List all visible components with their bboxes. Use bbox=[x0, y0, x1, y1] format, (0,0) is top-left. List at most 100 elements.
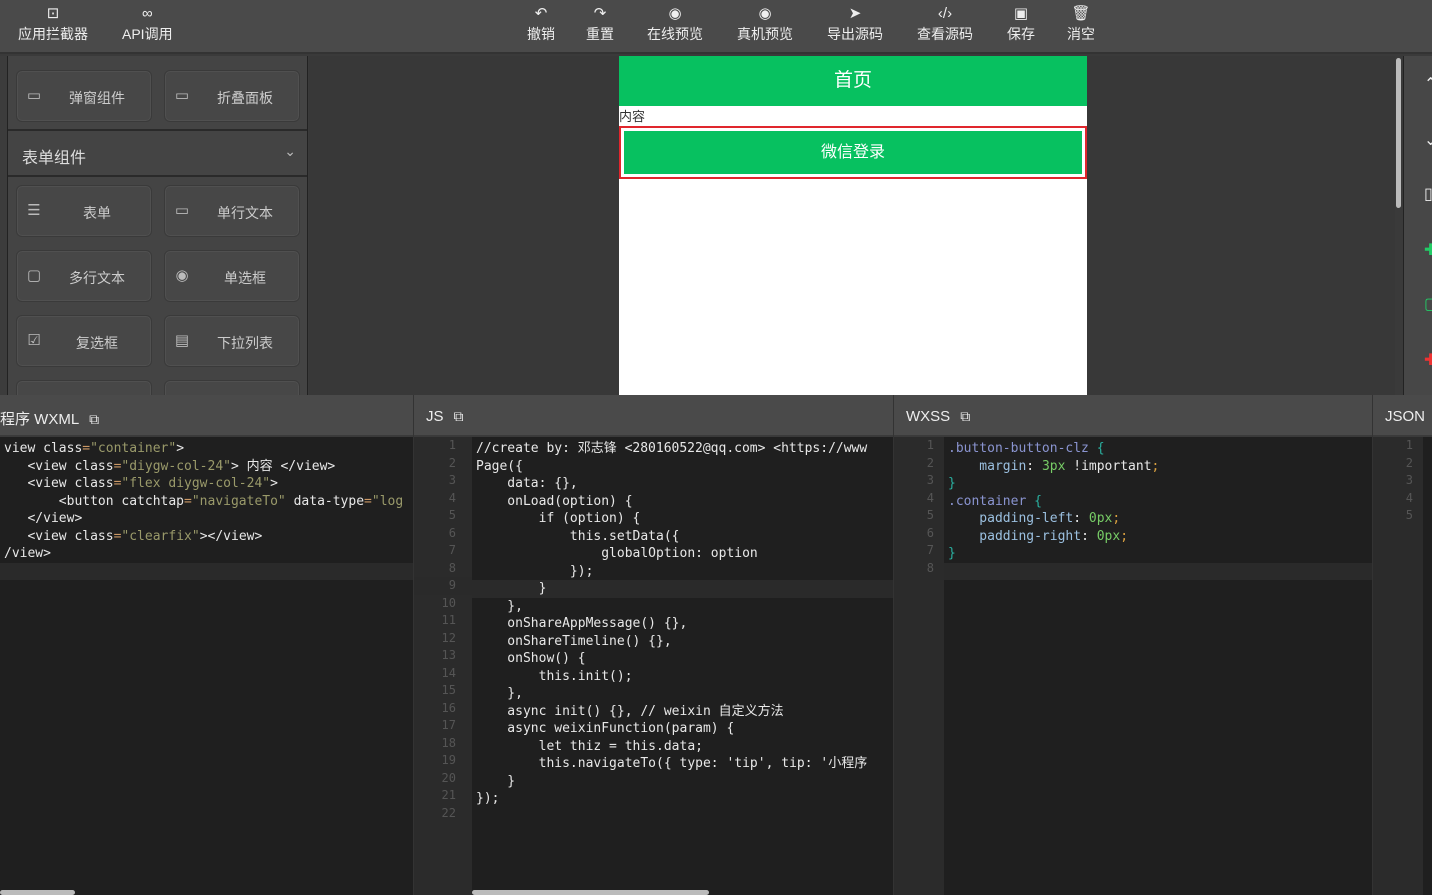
component-label: 下拉列表 bbox=[217, 335, 273, 351]
toolbar-button-5[interactable]: ‹/› 查看源码 bbox=[917, 4, 973, 44]
add-inside-icon[interactable]: ▢ bbox=[1424, 294, 1432, 314]
code-icon: ‹/› bbox=[937, 5, 953, 22]
line-number: 5 bbox=[926, 508, 934, 522]
toolbar-button-3[interactable]: ◉ 真机预览 bbox=[737, 4, 793, 44]
toolbar-button-1[interactable]: ∞ API调用 bbox=[122, 4, 173, 44]
move-up-icon[interactable]: ⌃ bbox=[1424, 74, 1432, 94]
horizontal-scrollbar[interactable] bbox=[472, 890, 709, 895]
copy-icon[interactable]: ⧉ bbox=[454, 408, 464, 425]
toolbar-label: 重置 bbox=[586, 26, 614, 42]
wechat-login-button[interactable]: 微信登录 bbox=[624, 131, 1082, 174]
code-token: padding-left bbox=[948, 511, 1074, 526]
code-token: ></view> bbox=[199, 528, 263, 544]
code-token: 0px bbox=[1088, 511, 1113, 526]
code-token: !important bbox=[1065, 458, 1152, 474]
toolbar-label: 撤销 bbox=[527, 26, 555, 42]
section-form-components[interactable]: 表单组件 ⌄ bbox=[8, 129, 307, 177]
code-line: if (option) { bbox=[476, 511, 641, 526]
panel-title: JS bbox=[426, 408, 444, 425]
code-token: data-type bbox=[285, 493, 365, 509]
line-number: 16 bbox=[441, 700, 456, 715]
wxml-editor[interactable]: view class="container"> <view class="diy… bbox=[0, 437, 413, 895]
delete-icon[interactable]: ✚ bbox=[1424, 350, 1432, 370]
code-token: padding-right bbox=[948, 528, 1082, 544]
add-before-icon[interactable]: ✚ bbox=[1424, 240, 1432, 260]
code-token: "navigateTo" bbox=[191, 493, 286, 509]
code-token: > bbox=[176, 441, 185, 456]
line-number: 8 bbox=[926, 560, 934, 575]
line-number: 2 bbox=[926, 455, 934, 470]
toolbar-button-0[interactable]: ⊡ 应用拦截器 bbox=[18, 4, 88, 44]
component-item[interactable]: ▤ 下拉列表 bbox=[164, 315, 300, 367]
copy-icon[interactable]: ▯ bbox=[1424, 184, 1432, 204]
toolbar-button-0[interactable]: ↶ 撤销 bbox=[527, 4, 555, 44]
toolbar-button-4[interactable]: ➤ 导出源码 bbox=[827, 4, 883, 44]
toolbar-label: 保存 bbox=[1007, 26, 1035, 42]
toolbar-button-1[interactable]: ↷ 重置 bbox=[586, 4, 614, 44]
horizontal-scrollbar[interactable] bbox=[0, 890, 75, 895]
eye-icon: ◉ bbox=[668, 5, 682, 22]
line-number: 1 bbox=[1405, 438, 1413, 452]
code-line: } bbox=[472, 580, 893, 598]
code-line: <view class="flex diygw-col-24"> bbox=[0, 475, 413, 493]
code-token: </view> bbox=[4, 511, 83, 526]
line-number: 4 bbox=[1405, 490, 1413, 505]
toolbar-label: 消空 bbox=[1067, 26, 1095, 42]
line-number: 1 bbox=[448, 438, 456, 452]
component-item[interactable]: ▭ 折叠面板 bbox=[164, 70, 300, 122]
component-item[interactable] bbox=[16, 380, 152, 395]
toolbar-button-6[interactable]: ▣ 保存 bbox=[1007, 4, 1035, 44]
code-line: onShareTimeline() {}, bbox=[476, 633, 672, 649]
chevron-down-icon: ⌄ bbox=[284, 143, 296, 159]
code-line: } bbox=[944, 545, 1372, 563]
code-line: }, bbox=[476, 598, 523, 614]
code-token: = bbox=[184, 493, 192, 509]
component-item[interactable]: ▢ 多行文本 bbox=[16, 250, 152, 302]
content-text[interactable]: 内容 bbox=[619, 106, 1087, 126]
code-token: = bbox=[364, 493, 372, 509]
line-gutter: 1 2 3 4 5 6 7 8 9 10 11 12 13 14 15 16 17 18 19 20 21 22 bbox=[414, 437, 472, 895]
code-token: 0px bbox=[1096, 528, 1121, 544]
code-line bbox=[944, 562, 1372, 580]
code-token: > 内容 </view> bbox=[230, 458, 336, 474]
code-token: .button-button-clz bbox=[948, 441, 1097, 456]
toolbar-button-2[interactable]: ◉ 在线预览 bbox=[647, 4, 703, 44]
copy-icon[interactable]: ⧉ bbox=[960, 408, 970, 425]
component-label: 多行文本 bbox=[69, 270, 125, 286]
component-item[interactable]: ▭ 弹窗组件 bbox=[16, 70, 152, 122]
code-token: "container" bbox=[90, 441, 177, 456]
line-number: 8 bbox=[448, 560, 456, 575]
line-number: 3 bbox=[1405, 473, 1413, 487]
component-item[interactable]: ☰ 表单 bbox=[16, 185, 152, 237]
code-token: /view> bbox=[4, 546, 51, 561]
wxss-editor[interactable]: .button-button-clz { margin: 3px !import… bbox=[944, 437, 1372, 895]
copy-icon[interactable]: ⧉ bbox=[89, 411, 99, 428]
section-title: 表单组件 bbox=[22, 150, 87, 167]
canvas-scrollbar[interactable] bbox=[1396, 58, 1401, 208]
collapse-icon: ▭ bbox=[174, 87, 190, 104]
undo-icon: ↶ bbox=[534, 5, 548, 22]
code-line: let thiz = this.data; bbox=[476, 738, 703, 754]
code-line: async init() {}, // weixin 自定义方法 bbox=[476, 703, 784, 719]
code-line: this.navigateTo({ type: 'tip', tip: '小程序 bbox=[476, 756, 868, 771]
code-line: globalOption: option bbox=[476, 546, 758, 561]
line-number: 15 bbox=[441, 683, 456, 697]
component-item[interactable]: ☑ 复选框 bbox=[16, 315, 152, 367]
code-token: { bbox=[1034, 493, 1042, 509]
line-number: 7 bbox=[448, 543, 456, 557]
component-item[interactable] bbox=[164, 380, 300, 395]
right-toolbar: ⌃ ⌄ ▯ ✚ ▢ ✚ bbox=[1403, 56, 1432, 395]
move-down-icon[interactable]: ⌄ bbox=[1424, 130, 1432, 150]
panel-title: WXSS bbox=[906, 408, 951, 425]
line-number: 20 bbox=[441, 770, 456, 785]
js-editor[interactable]: //create by: 邓志锋 <280160522@qq.com> <htt… bbox=[472, 437, 893, 895]
json-editor[interactable] bbox=[1423, 437, 1432, 895]
left-collapse-strip[interactable] bbox=[0, 56, 8, 395]
toolbar-button-7[interactable]: 🗑 消空 bbox=[1067, 4, 1095, 44]
component-item[interactable]: ◉ 单选框 bbox=[164, 250, 300, 302]
component-item[interactable]: ▭ 单行文本 bbox=[164, 185, 300, 237]
line-number: 11 bbox=[441, 613, 456, 627]
phone-preview: 首页 内容 微信登录 bbox=[619, 56, 1087, 395]
line-gutter: 1 2 3 4 5 6 7 8 bbox=[894, 437, 944, 895]
selected-component-outline[interactable]: 微信登录 bbox=[619, 126, 1087, 179]
